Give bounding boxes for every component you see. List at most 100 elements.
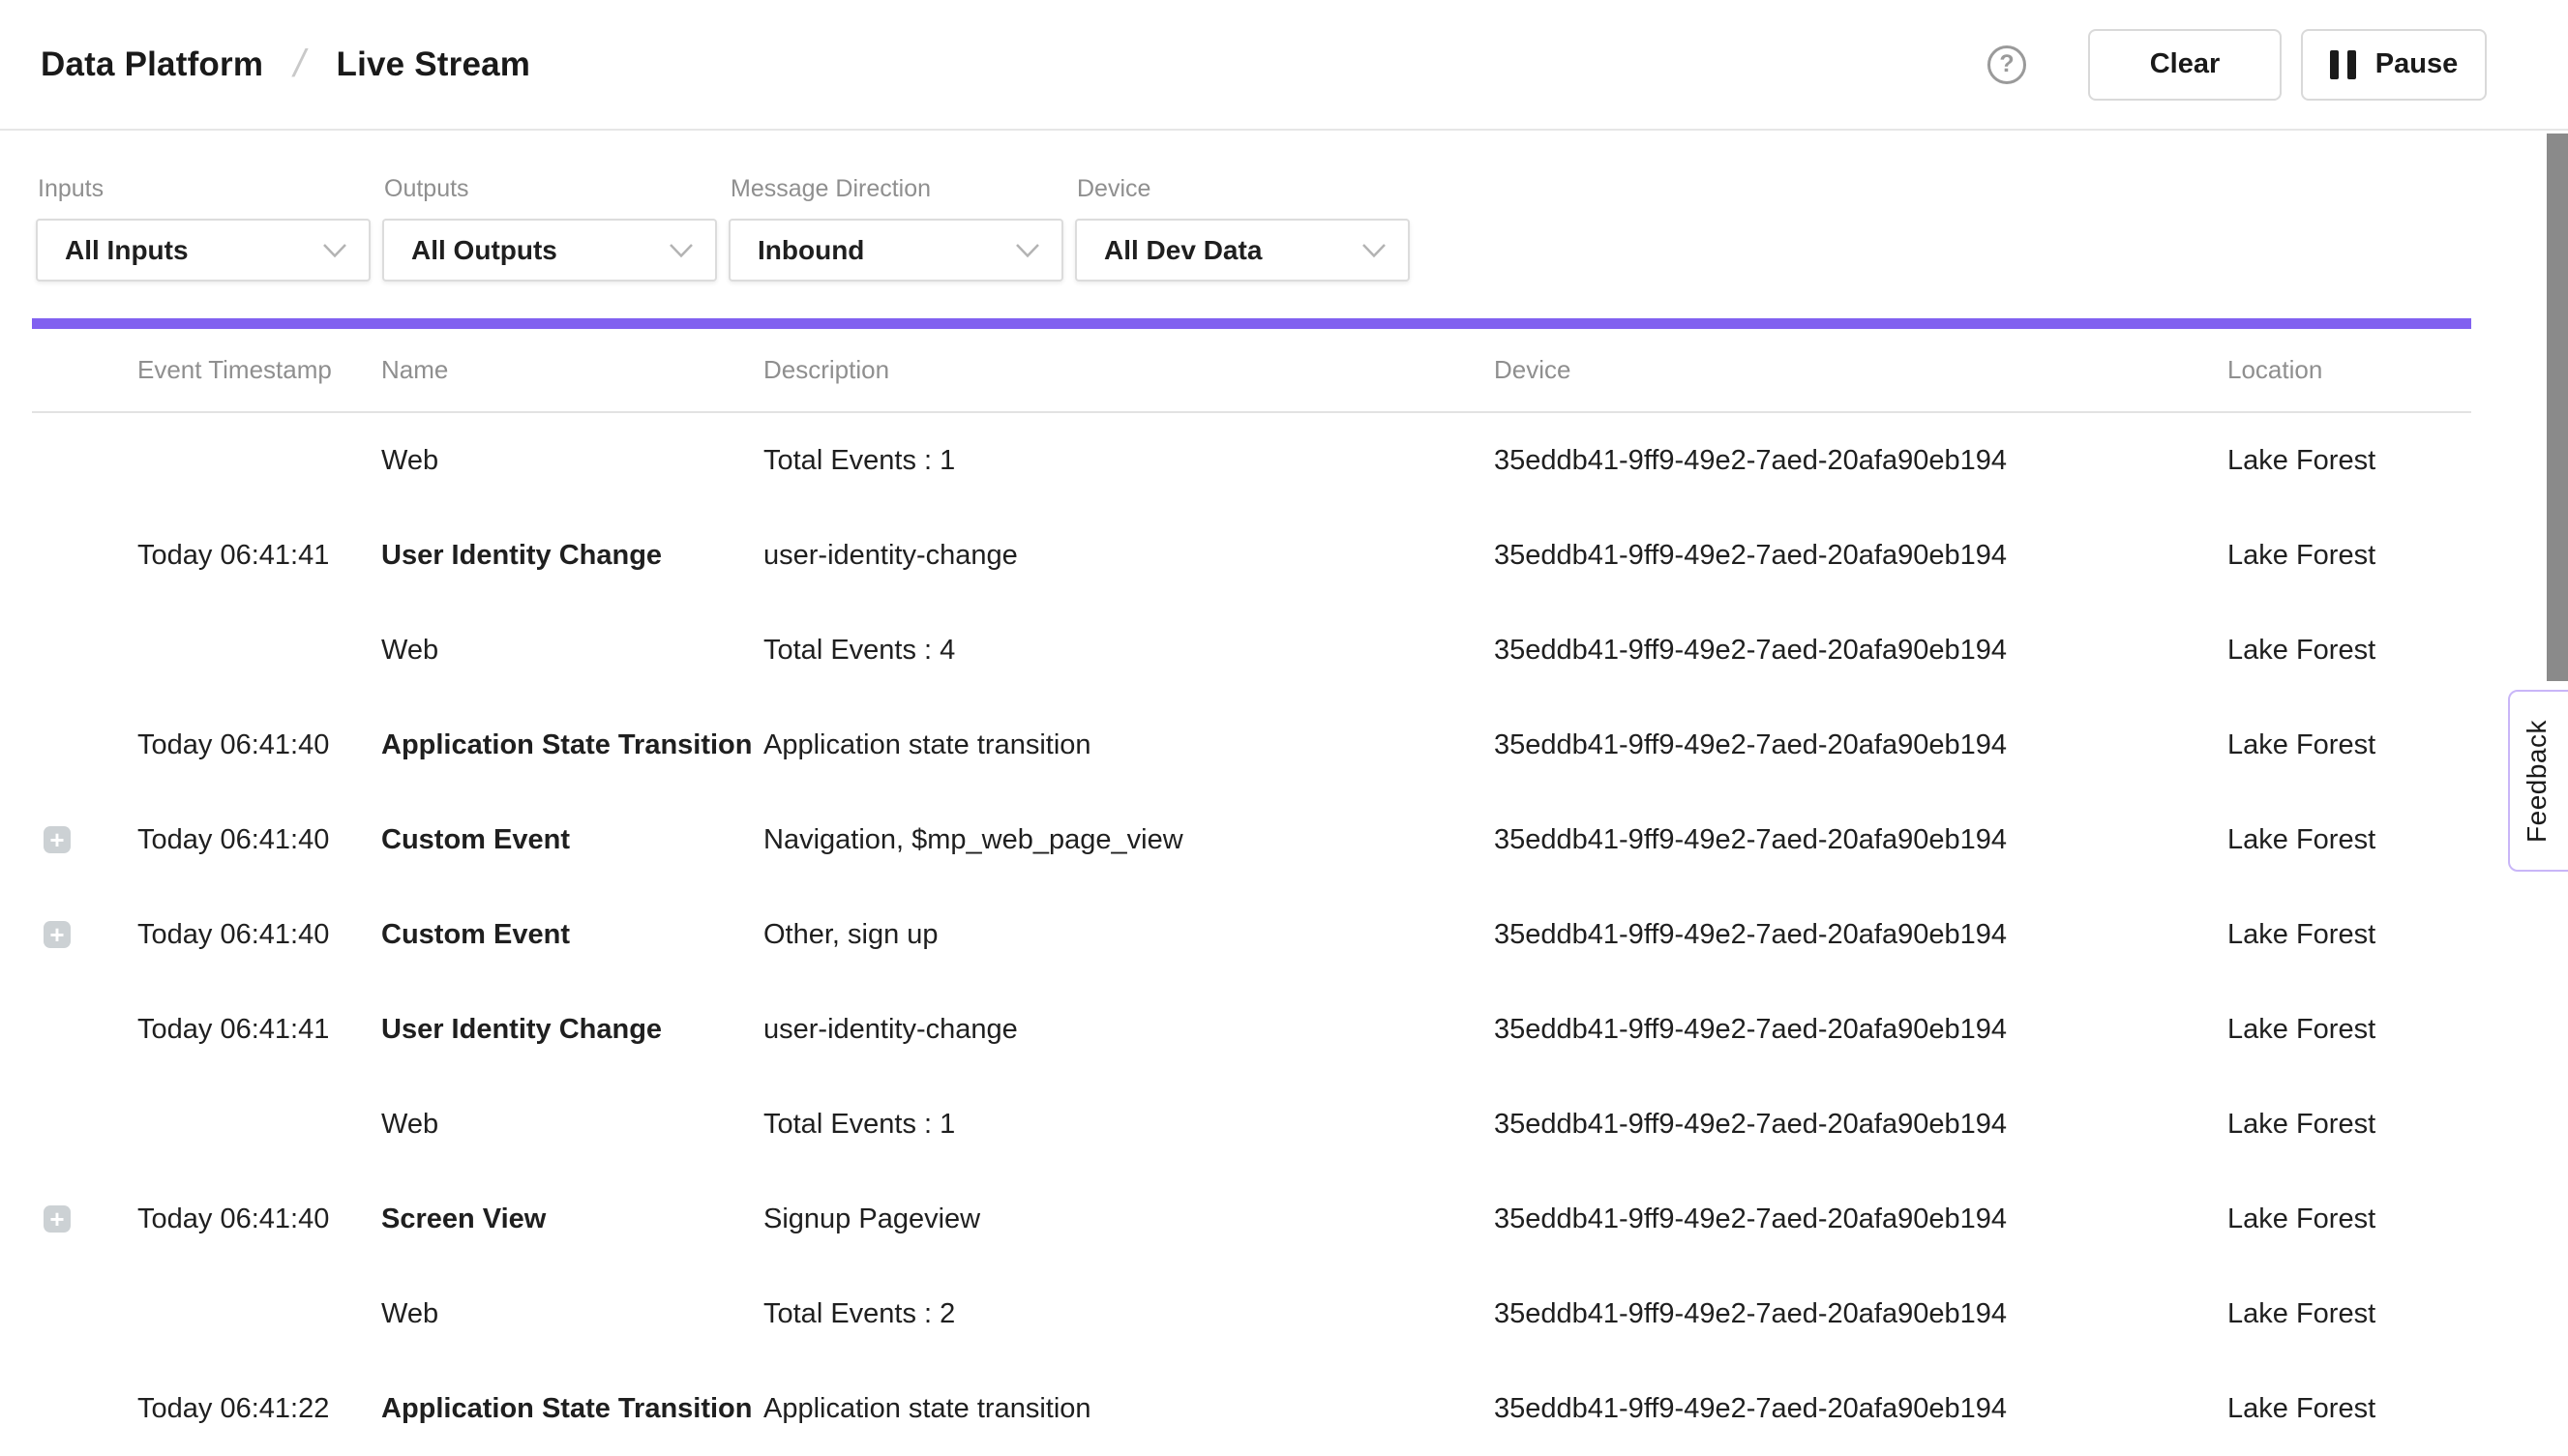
cell-description: Other, sign up [763, 919, 1494, 951]
cell-name: Web [381, 1298, 763, 1330]
table-row: Web Total Events : 4 35eddb41-9ff9-49e2-… [32, 603, 2471, 698]
outputs-dropdown-value: All Outputs [411, 235, 557, 266]
cell-location: Lake Forest [2227, 1393, 2471, 1425]
cell-device: 35eddb41-9ff9-49e2-7aed-20afa90eb194 [1494, 445, 2227, 477]
table-row: Today 06:41:40 Application State Transit… [32, 698, 2471, 792]
expand-cell [32, 1395, 137, 1422]
cell-event-timestamp: Today 06:41:22 [137, 1393, 381, 1425]
filter-message-direction: Message Direction Inbound [729, 175, 1063, 282]
cell-name: Web [381, 1109, 763, 1141]
expand-cell [32, 447, 137, 474]
cell-description: user-identity-change [763, 540, 1494, 572]
breadcrumb: Data Platform / Live Stream [41, 43, 530, 86]
expand-plus-icon[interactable]: + [44, 1205, 71, 1233]
cell-location: Lake Forest [2227, 824, 2471, 856]
chevron-down-icon [1015, 243, 1040, 258]
filter-inputs-label: Inputs [38, 175, 371, 203]
table-row: Web Total Events : 2 35eddb41-9ff9-49e2-… [32, 1266, 2471, 1361]
cell-name: Custom Event [381, 919, 763, 951]
expand-cell [32, 542, 137, 569]
cell-device: 35eddb41-9ff9-49e2-7aed-20afa90eb194 [1494, 540, 2227, 572]
expand-cell [32, 637, 137, 664]
pause-button-label: Pause [2375, 48, 2458, 80]
cell-location: Lake Forest [2227, 1109, 2471, 1141]
column-header-device: Device [1494, 355, 2227, 385]
cell-location: Lake Forest [2227, 919, 2471, 951]
clear-button[interactable]: Clear [2088, 29, 2282, 101]
column-header-event-timestamp: Event Timestamp [137, 355, 381, 385]
message-direction-dropdown[interactable]: Inbound [729, 219, 1063, 282]
help-icon[interactable]: ? [1987, 45, 2026, 84]
device-dropdown[interactable]: All Dev Data [1075, 219, 1410, 282]
breadcrumb-data-platform[interactable]: Data Platform [41, 45, 263, 84]
device-dropdown-value: All Dev Data [1104, 235, 1262, 266]
clear-button-label: Clear [2150, 48, 2221, 80]
filter-outputs: Outputs All Outputs [382, 175, 717, 282]
cell-name: Application State Transition [381, 1393, 763, 1425]
table-row: Today 06:41:41 User Identity Change user… [32, 508, 2471, 603]
cell-location: Lake Forest [2227, 1298, 2471, 1330]
cell-device: 35eddb41-9ff9-49e2-7aed-20afa90eb194 [1494, 824, 2227, 856]
filter-message-direction-label: Message Direction [731, 175, 1063, 203]
cell-name: User Identity Change [381, 1014, 763, 1046]
pause-button[interactable]: Pause [2301, 29, 2487, 101]
filter-inputs: Inputs All Inputs [36, 175, 371, 282]
cell-location: Lake Forest [2227, 1014, 2471, 1046]
outputs-dropdown[interactable]: All Outputs [382, 219, 717, 282]
cell-event-timestamp: Today 06:41:40 [137, 919, 381, 951]
filter-device-label: Device [1077, 175, 1410, 203]
event-table-body: Web Total Events : 1 35eddb41-9ff9-49e2-… [32, 413, 2471, 1456]
message-direction-dropdown-value: Inbound [758, 235, 864, 266]
vertical-scrollbar-thumb[interactable] [2547, 134, 2568, 681]
expand-cell [32, 1300, 137, 1327]
cell-location: Lake Forest [2227, 635, 2471, 667]
cell-name: Screen View [381, 1203, 763, 1235]
cell-device: 35eddb41-9ff9-49e2-7aed-20afa90eb194 [1494, 1298, 2227, 1330]
cell-name: Web [381, 445, 763, 477]
table-row: Today 06:41:41 User Identity Change user… [32, 982, 2471, 1077]
cell-event-timestamp: Today 06:41:41 [137, 540, 381, 572]
column-header-location: Location [2227, 355, 2471, 385]
filter-outputs-label: Outputs [384, 175, 717, 203]
cell-event-timestamp: Today 06:41:40 [137, 824, 381, 856]
header-actions: ? Clear Pause [1987, 29, 2487, 101]
inputs-dropdown[interactable]: All Inputs [36, 219, 371, 282]
expand-cell [32, 731, 137, 758]
inputs-dropdown-value: All Inputs [65, 235, 189, 266]
cell-name: Web [381, 635, 763, 667]
cell-event-timestamp: Today 06:41:40 [137, 729, 381, 761]
cell-description: Total Events : 1 [763, 1109, 1494, 1141]
event-table: Event Timestamp Name Description Device … [32, 329, 2471, 1456]
cell-description: Navigation, $mp_web_page_view [763, 824, 1494, 856]
breadcrumb-separator: / [289, 43, 310, 86]
chevron-down-icon [1361, 243, 1387, 258]
expand-cell: + [32, 826, 137, 853]
expand-plus-icon[interactable]: + [44, 826, 71, 853]
cell-device: 35eddb41-9ff9-49e2-7aed-20afa90eb194 [1494, 729, 2227, 761]
expand-cell [32, 1016, 137, 1043]
table-row: Today 06:41:22 Application State Transit… [32, 1361, 2471, 1456]
expand-cell: + [32, 921, 137, 948]
column-header-name: Name [381, 355, 763, 385]
cell-device: 35eddb41-9ff9-49e2-7aed-20afa90eb194 [1494, 1393, 2227, 1425]
chevron-down-icon [322, 243, 347, 258]
cell-description: Total Events : 4 [763, 635, 1494, 667]
expand-cell: + [32, 1205, 137, 1233]
cell-device: 35eddb41-9ff9-49e2-7aed-20afa90eb194 [1494, 1203, 2227, 1235]
column-header-description: Description [763, 355, 1494, 385]
cell-name: Custom Event [381, 824, 763, 856]
chevron-down-icon [669, 243, 694, 258]
pause-icon [2330, 50, 2356, 79]
feedback-tab[interactable]: Feedback [2508, 690, 2568, 872]
cell-device: 35eddb41-9ff9-49e2-7aed-20afa90eb194 [1494, 919, 2227, 951]
cell-device: 35eddb41-9ff9-49e2-7aed-20afa90eb194 [1494, 1109, 2227, 1141]
table-row: + Today 06:41:40 Custom Event Navigation… [32, 792, 2471, 887]
cell-description: user-identity-change [763, 1014, 1494, 1046]
cell-name: User Identity Change [381, 540, 763, 572]
cell-description: Total Events : 2 [763, 1298, 1494, 1330]
cell-location: Lake Forest [2227, 1203, 2471, 1235]
expand-plus-icon[interactable]: + [44, 921, 71, 948]
cell-description: Application state transition [763, 1393, 1494, 1425]
cell-description: Signup Pageview [763, 1203, 1494, 1235]
event-table-header: Event Timestamp Name Description Device … [32, 329, 2471, 413]
